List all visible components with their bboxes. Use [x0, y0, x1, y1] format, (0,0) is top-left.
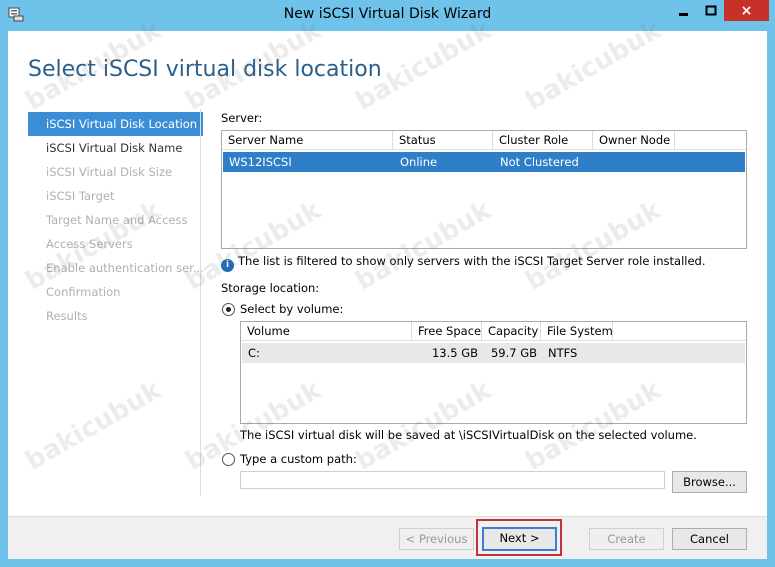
watermark: bakicubuk	[520, 15, 667, 117]
wizard-window: New iSCSI Virtual Disk Wizard × Select i…	[0, 0, 775, 567]
save-location-note: The iSCSI virtual disk will be saved at …	[240, 428, 697, 442]
server-info: i The list is filtered to show only serve…	[221, 254, 706, 272]
col-free-space[interactable]: Free Space	[412, 322, 482, 341]
previous-button[interactable]: < Previous	[399, 528, 474, 550]
title-bar[interactable]: New iSCSI Virtual Disk Wizard ×	[0, 0, 775, 30]
server-list[interactable]: Server Name Status Cluster Role Owner No…	[221, 130, 747, 249]
nav-item-disk-name[interactable]: iSCSI Virtual Disk Name	[28, 136, 203, 160]
nav-item-disk-location[interactable]: iSCSI Virtual Disk Location	[28, 112, 203, 136]
minimize-icon	[678, 12, 688, 16]
cancel-button[interactable]: Cancel	[672, 528, 747, 550]
info-icon: i	[221, 259, 234, 272]
volume-name-cell: C:	[248, 346, 260, 360]
browse-button[interactable]: Browse...	[672, 471, 747, 493]
nav-item-iscsi-target: iSCSI Target	[46, 189, 115, 203]
volume-list[interactable]: Volume Free Space Capacity File System C…	[240, 321, 747, 424]
nav-item-results: Results	[46, 309, 88, 323]
page-title: Select iSCSI virtual disk location	[28, 57, 382, 82]
next-button[interactable]: Next >	[482, 527, 557, 551]
create-button[interactable]: Create	[589, 528, 664, 550]
close-icon: ×	[740, 2, 753, 19]
volume-row[interactable]: C: 13.5 GB 59.7 GB NTFS	[242, 343, 745, 363]
server-row[interactable]: WS12ISCSI Online Not Clustered	[223, 152, 745, 172]
maximize-icon	[705, 5, 716, 15]
nav-divider	[200, 109, 201, 496]
server-info-text: The list is filtered to show only server…	[238, 254, 706, 268]
col-cluster-role[interactable]: Cluster Role	[493, 131, 593, 150]
close-button[interactable]: ×	[724, 0, 769, 21]
server-list-header: Server Name Status Cluster Role Owner No…	[222, 131, 746, 150]
col-status[interactable]: Status	[393, 131, 493, 150]
volume-list-header: Volume Free Space Capacity File System	[241, 322, 746, 341]
storage-location-label: Storage location:	[221, 281, 320, 295]
select-by-volume-label[interactable]: Select by volume:	[240, 302, 343, 316]
custom-path-radio[interactable]	[222, 453, 235, 466]
col-owner-node[interactable]: Owner Node	[593, 131, 675, 150]
col-capacity[interactable]: Capacity	[482, 322, 541, 341]
volume-file-system-cell: NTFS	[548, 346, 578, 360]
custom-path-label[interactable]: Type a custom path:	[240, 452, 357, 466]
select-by-volume-radio[interactable]	[222, 303, 235, 316]
server-status-cell: Online	[400, 155, 438, 169]
nav-item-access-servers: Access Servers	[46, 237, 133, 251]
server-label: Server:	[221, 111, 263, 125]
wizard-nav: iSCSI Virtual Disk Location iSCSI Virtua…	[28, 112, 203, 328]
wizard-client: Select iSCSI virtual disk location iSCSI…	[8, 15, 767, 559]
col-file-system[interactable]: File System	[541, 322, 613, 341]
nav-item-authentication: Enable authentication ser...	[46, 261, 203, 275]
col-volume[interactable]: Volume	[241, 322, 412, 341]
col-server-name[interactable]: Server Name	[222, 131, 393, 150]
nav-item-disk-size: iSCSI Virtual Disk Size	[46, 165, 173, 179]
server-owner-node-cell	[594, 152, 676, 172]
server-name-cell: WS12ISCSI	[229, 155, 292, 169]
nav-item-confirmation: Confirmation	[46, 285, 121, 299]
custom-path-input[interactable]	[240, 471, 665, 489]
nav-item-target-name: Target Name and Access	[46, 213, 188, 227]
window-title: New iSCSI Virtual Disk Wizard	[283, 6, 492, 22]
volume-free-space-cell: 13.5 GB	[431, 346, 478, 360]
server-cluster-role-cell: Not Clustered	[500, 155, 579, 169]
watermark: bakicubuk	[20, 375, 167, 477]
minimize-button[interactable]	[670, 0, 697, 21]
volume-capacity-cell: 59.7 GB	[490, 346, 537, 360]
maximize-button[interactable]	[697, 0, 724, 21]
